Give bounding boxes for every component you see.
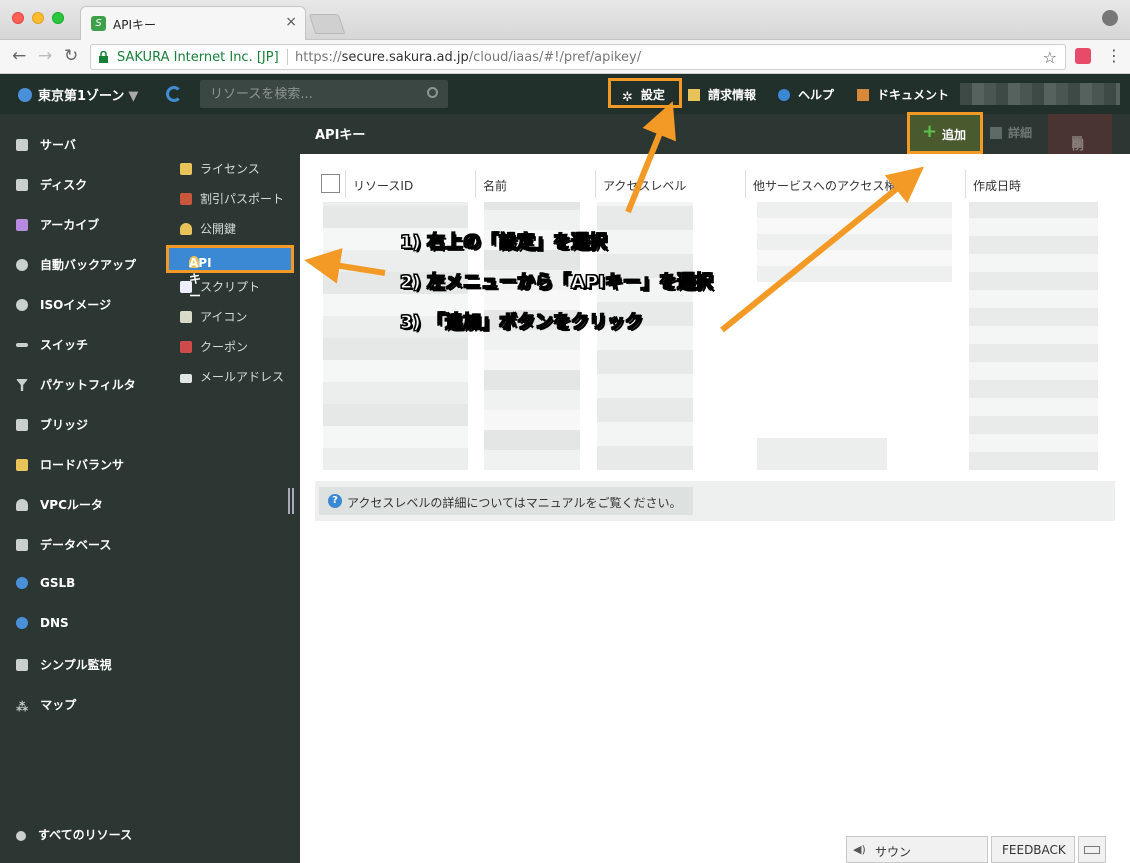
annotation-step2: 2) 左メニューから「APIキー」を選択: [400, 272, 714, 294]
arrow-to-apikey: [304, 248, 386, 284]
annotation-step1: 1) 右上の「設定」を選択: [399, 232, 608, 254]
arrow-to-add: [720, 166, 924, 333]
annotation-step3: 3) 「追加」ボタンをクリック: [399, 312, 644, 334]
annotation-arrows: [304, 101, 924, 333]
arrow-to-settings: [625, 101, 676, 214]
